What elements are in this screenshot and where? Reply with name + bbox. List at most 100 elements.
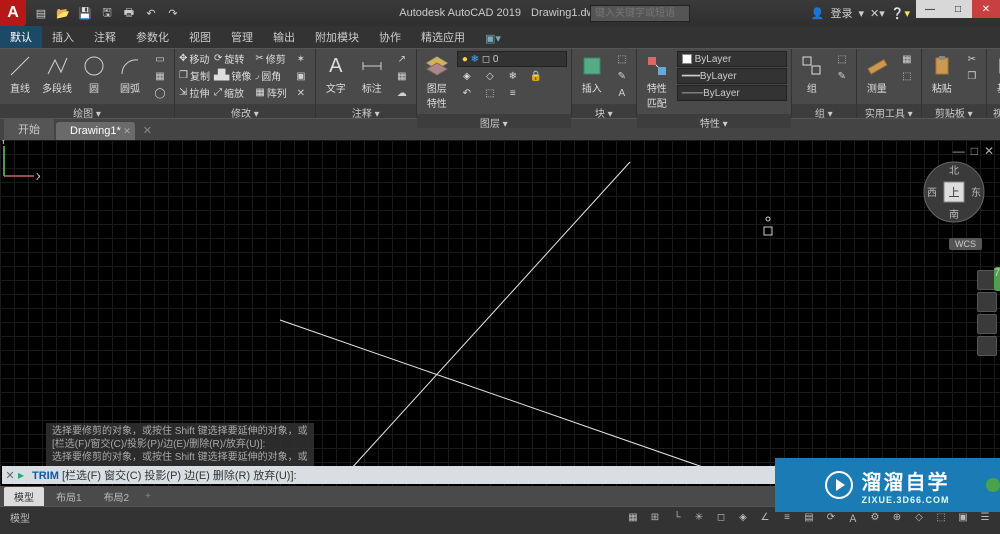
layer-prev-icon[interactable]: ↶ xyxy=(457,85,477,101)
stretch-icon[interactable]: ⇲ xyxy=(179,87,187,98)
group-label-annot[interactable]: 注释 ▾ xyxy=(316,104,416,118)
maximize-button[interactable]: □ xyxy=(944,0,972,18)
trim-icon[interactable]: ✂ xyxy=(255,53,263,64)
group-label-block[interactable]: 块 ▾ xyxy=(572,104,636,118)
tab-insert[interactable]: 插入 xyxy=(42,26,84,48)
copy-clip-icon[interactable]: ❐ xyxy=(962,68,982,84)
qat-undo-icon[interactable]: ↶ xyxy=(142,4,160,22)
cut-icon[interactable]: ✂ xyxy=(962,51,982,67)
match-props-button[interactable]: 特性 匹配 xyxy=(641,51,673,112)
layer-off-icon[interactable]: ◇ xyxy=(480,68,500,84)
help-icon[interactable]: ❔▾ xyxy=(891,7,910,20)
title-user-area[interactable]: 👤 登录 ▾ ✕▾ ❔▾ xyxy=(811,5,910,21)
rotate-icon[interactable]: ⟳ xyxy=(214,53,222,64)
tab-view[interactable]: 视图 xyxy=(179,26,221,48)
tab-parametric[interactable]: 参数化 xyxy=(126,26,179,48)
close-tab-icon[interactable]: ✕ xyxy=(123,126,131,137)
group-label-group[interactable]: 组 ▾ xyxy=(792,104,856,118)
table-icon[interactable]: ▦ xyxy=(392,68,412,84)
tab-output[interactable]: 输出 xyxy=(263,26,305,48)
tab-annotate[interactable]: 注释 xyxy=(84,26,126,48)
group-label-modify[interactable]: 修改 ▾ xyxy=(175,104,315,118)
layer-freeze-icon[interactable]: ❄ xyxy=(503,68,523,84)
tab-featured[interactable]: 精选应用 xyxy=(411,26,475,48)
group-label-layers[interactable]: 图层 ▾ xyxy=(417,114,571,128)
color-selector[interactable]: ByLayer xyxy=(677,51,787,67)
doctab-drawing1[interactable]: Drawing1*✕ xyxy=(56,122,135,140)
ellipse-icon[interactable]: ◯ xyxy=(150,85,170,101)
drawing-canvas[interactable]: — □ ✕ 上 北 南 西 东 WCS Y X 选择要修剪的对象，或按住 Shi… xyxy=(0,140,1000,486)
qat-saveas-icon[interactable]: 🖫 xyxy=(98,4,116,22)
layer-iso-icon[interactable]: ◈ xyxy=(457,68,477,84)
group-edit-icon[interactable]: ✎ xyxy=(832,68,852,84)
qat-open-icon[interactable]: 📂 xyxy=(54,4,72,22)
status-osnap-icon[interactable]: ◻ xyxy=(712,510,730,526)
ungroup-icon[interactable]: ⬚ xyxy=(832,51,852,67)
explode-icon[interactable]: ✶ xyxy=(291,51,311,67)
rect-icon[interactable]: ▭ xyxy=(150,51,170,67)
fillet-icon[interactable]: ◞ xyxy=(255,70,259,81)
qselect-icon[interactable]: ⬚ xyxy=(897,68,917,84)
exchange-icon[interactable]: ✕▾ xyxy=(870,7,885,20)
layer-props-button[interactable]: 图层 特性 xyxy=(421,51,453,112)
status-ortho-icon[interactable]: └ xyxy=(668,510,686,526)
leader-icon[interactable]: ↗ xyxy=(392,51,412,67)
group-label-util[interactable]: 实用工具 ▾ xyxy=(857,104,921,118)
wcs-badge[interactable]: WCS xyxy=(949,238,982,250)
layer-lock-icon[interactable]: 🔒 xyxy=(526,68,546,84)
layer-walk-icon[interactable]: ≡ xyxy=(503,85,523,101)
attr-icon[interactable]: A xyxy=(612,85,632,101)
nav-zoom-icon[interactable] xyxy=(977,292,997,312)
group-label-view[interactable]: 视图 ▾ xyxy=(987,104,1000,118)
group-label-clip[interactable]: 剪贴板 ▾ xyxy=(922,104,986,118)
move-icon[interactable]: ✥ xyxy=(179,53,187,64)
qat-redo-icon[interactable]: ↷ xyxy=(164,4,182,22)
measure-button[interactable]: 测量 xyxy=(861,51,893,97)
doctab-add[interactable]: ✕ xyxy=(137,121,158,140)
model-tab[interactable]: 模型 xyxy=(4,487,44,506)
status-snap-icon[interactable]: ⊞ xyxy=(646,510,664,526)
doctab-start[interactable]: 开始 xyxy=(4,118,54,140)
hatch-icon[interactable]: ▦ xyxy=(150,68,170,84)
qat-plot-icon[interactable]: 🖶 xyxy=(120,4,138,22)
status-polar-icon[interactable]: ✳ xyxy=(690,510,708,526)
calc-icon[interactable]: ▦ xyxy=(897,51,917,67)
base-button[interactable]: 基点 xyxy=(991,51,1000,97)
edit-block-icon[interactable]: ✎ xyxy=(612,68,632,84)
lineweight-selector[interactable]: ━━━ ByLayer xyxy=(677,68,787,84)
circle-button[interactable]: 圆 xyxy=(78,51,110,97)
tab-collab[interactable]: 协作 xyxy=(369,26,411,48)
close-button[interactable]: ✕ xyxy=(972,0,1000,18)
arc-button[interactable]: 圆弧 xyxy=(114,51,146,97)
layer-selector[interactable]: ● ❄ ◻ 0 xyxy=(457,51,567,67)
layout2-tab[interactable]: 布局2 xyxy=(94,487,140,506)
group-label-props[interactable]: 特性 ▾ xyxy=(637,114,791,128)
tab-expand-icon[interactable]: ▣▾ xyxy=(475,29,511,48)
status-grid-icon[interactable]: ▦ xyxy=(624,510,642,526)
status-3dosnap-icon[interactable]: ◈ xyxy=(734,510,752,526)
layout1-tab[interactable]: 布局1 xyxy=(46,487,92,506)
paste-button[interactable]: 粘贴 xyxy=(926,51,958,97)
polyline-button[interactable]: 多段线 xyxy=(40,51,74,97)
cmdline-close-icon[interactable]: ✕ xyxy=(2,469,18,482)
tab-addins[interactable]: 附加模块 xyxy=(305,26,369,48)
insert-block-button[interactable]: 插入 xyxy=(576,51,608,97)
qat-new-icon[interactable]: ▤ xyxy=(32,4,50,22)
minimize-button[interactable]: — xyxy=(916,0,944,18)
create-block-icon[interactable]: ⬚ xyxy=(612,51,632,67)
status-otrack-icon[interactable]: ∠ xyxy=(756,510,774,526)
search-input[interactable] xyxy=(590,5,690,22)
tab-manage[interactable]: 管理 xyxy=(221,26,263,48)
linetype-selector[interactable]: ─── ByLayer xyxy=(677,85,787,101)
tab-default[interactable]: 默认 xyxy=(0,26,42,48)
erase-icon[interactable]: ✕ xyxy=(291,85,311,101)
layer-match-icon[interactable]: ⬚ xyxy=(480,85,500,101)
app-logo[interactable]: A xyxy=(0,0,26,26)
offset-icon[interactable]: ▣ xyxy=(291,68,311,84)
group-label-draw[interactable]: 绘图 ▾ xyxy=(0,104,174,118)
scale-icon[interactable]: ⤢ xyxy=(214,87,222,98)
text-button[interactable]: A文字 xyxy=(320,51,352,97)
array-icon[interactable]: ▦ xyxy=(255,87,264,98)
mirror-icon[interactable]: ▟▙ xyxy=(214,70,229,81)
cloud-icon[interactable]: ☁ xyxy=(392,85,412,101)
